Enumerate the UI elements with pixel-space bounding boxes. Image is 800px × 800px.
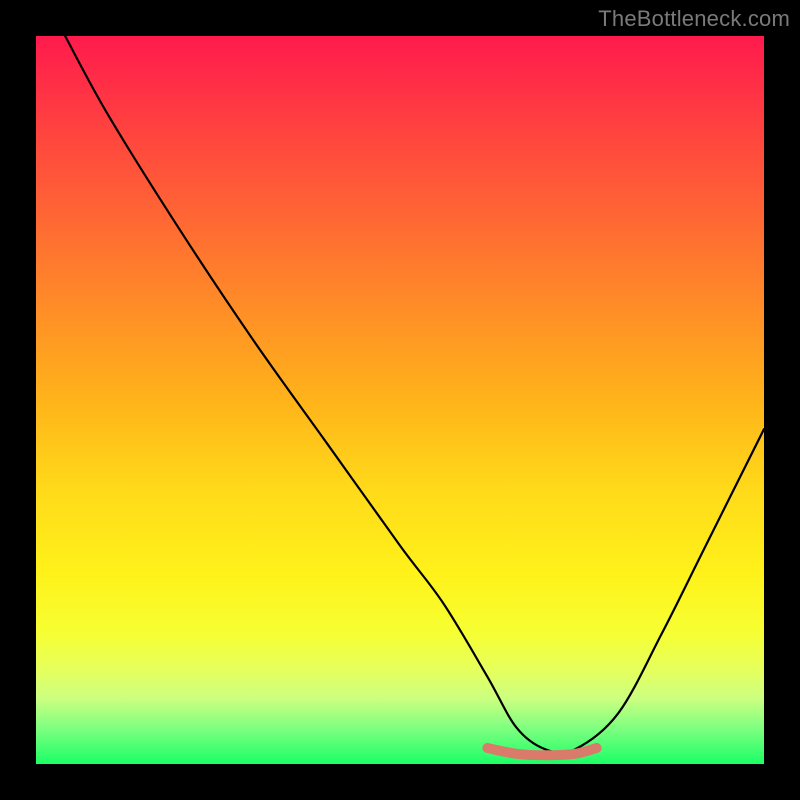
plot-area <box>36 36 764 764</box>
watermark-label: TheBottleneck.com <box>598 6 790 32</box>
curve-line <box>65 36 764 753</box>
chart-svg <box>36 36 764 764</box>
chart-frame: TheBottleneck.com <box>0 0 800 800</box>
